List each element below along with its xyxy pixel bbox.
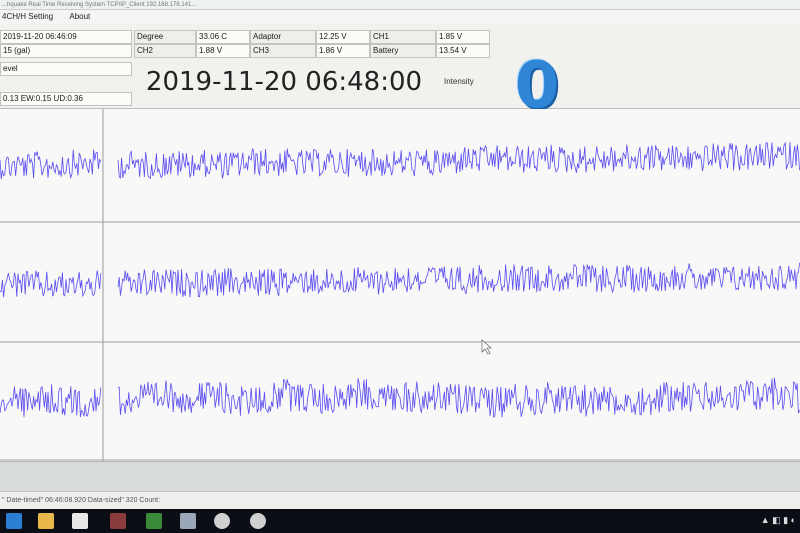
waveform-trace-ch2-pane2 (117, 262, 800, 298)
ch1-value: 1.85 V (436, 30, 490, 44)
intensity-label: Intensity (444, 77, 474, 86)
battery-label: Battery (370, 44, 436, 58)
waveform-trace-ch3-pane1 (0, 384, 102, 418)
waveform-trace-ch1-pane2 (117, 141, 800, 180)
menu-bar: 4CH/H Setting About (0, 10, 800, 25)
store-icon[interactable] (72, 513, 88, 529)
level-row: evel (0, 62, 132, 76)
system-tray[interactable]: ▲ ◧ ▮ ◐ (761, 515, 796, 526)
menu-item-setting[interactable]: 4CH/H Setting (2, 12, 53, 21)
lower-panel (0, 461, 800, 492)
menu-item-about[interactable]: About (69, 12, 90, 21)
window-title-bar: ...hquake Real Time Receiving System TCP… (0, 0, 800, 10)
components-row: 0.13 EW:0.15 UD:0.36 (0, 92, 132, 106)
app-icon-1[interactable] (110, 513, 126, 529)
taskbar: ▲ ◧ ▮ ◐ (0, 509, 800, 533)
app-icon-2[interactable] (146, 513, 162, 529)
status-panel: 2019-11-20 06:46:09 15 (gal) evel 0.13 E… (0, 24, 800, 123)
app-icon-5[interactable] (250, 513, 266, 529)
acceleration-row: 15 (gal) (0, 44, 132, 58)
ch3-value: 1.86 V (316, 44, 370, 58)
waveform-plot-area (0, 109, 800, 461)
small-datetime: 2019-11-20 06:46:09 (0, 30, 132, 44)
ch2-value: 1.88 V (196, 44, 250, 58)
waveform-trace-ch3-pane2 (117, 377, 800, 418)
status-bar: " Date-timed" 06:46:08.920 Data-sized" 3… (0, 491, 800, 509)
waveform-trace-ch1-pane1 (0, 149, 102, 180)
degree-value: 33.06 C (196, 30, 250, 44)
adaptor-label: Adaptor (250, 30, 316, 44)
waveform-svg (0, 109, 800, 461)
app-icon-3[interactable] (180, 513, 196, 529)
ch1-label: CH1 (370, 30, 436, 44)
waveform-trace-ch2-pane1 (0, 270, 102, 298)
battery-value: 13.54 V (436, 44, 490, 58)
ch2-label: CH2 (134, 44, 196, 58)
adaptor-value: 12.25 V (316, 30, 370, 44)
file-explorer-icon[interactable] (38, 513, 54, 529)
degree-label: Degree (134, 30, 196, 44)
window-title: ...hquake Real Time Receiving System TCP… (2, 2, 197, 8)
edge-icon[interactable] (6, 513, 22, 529)
status-text: " Date-timed" 06:46:08.920 Data-sized" 3… (2, 497, 161, 504)
ch3-label: CH3 (250, 44, 316, 58)
current-time-display: 2019-11-20 06:48:00 (145, 67, 423, 97)
app-icon-4[interactable] (214, 513, 230, 529)
